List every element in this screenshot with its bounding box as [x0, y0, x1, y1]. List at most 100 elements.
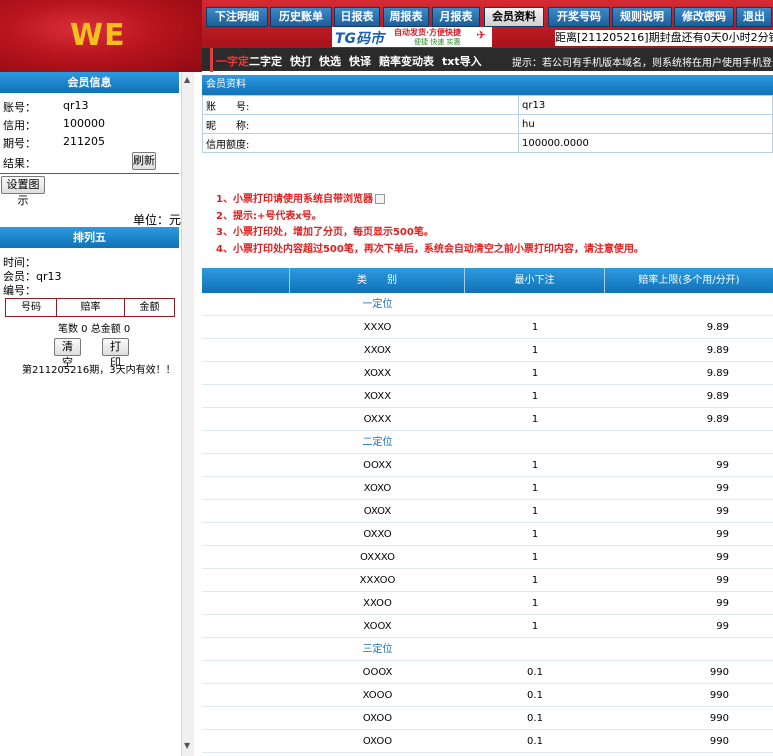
nav-monthly-report[interactable]: 月报表	[432, 7, 480, 27]
category-cell: OXOO	[362, 736, 393, 747]
category-cell: XOXO	[363, 483, 392, 494]
nav-weekly-report[interactable]: 周报表	[383, 7, 429, 27]
play-tab-quick-translate[interactable]: 快译	[349, 53, 371, 69]
table-row: OOOX 0.1 990	[202, 661, 773, 684]
main-content: 会员资料 账 号: qr13 昵 称: hu 信用额度: 100000.0000…	[202, 72, 773, 756]
ad-banner[interactable]: TG码市 自动发货·方便快捷 便捷 快速 实惠 ✈	[332, 27, 492, 47]
odds-limit-cell: 99	[716, 552, 729, 563]
group-row: 二定位	[202, 431, 773, 454]
table-row: XOXX 1 9.89	[202, 362, 773, 385]
table-row: XXOO 1 99	[202, 592, 773, 615]
min-bet-cell: 1	[531, 345, 539, 356]
nav-history-bills[interactable]: 历史账单	[270, 7, 332, 27]
play-tab-quick-select[interactable]: 快选	[319, 53, 341, 69]
table-row: OXOO 0.1 990	[202, 730, 773, 753]
category-cell: OXXXO	[359, 552, 395, 563]
ad-tags: 便捷 快速 实惠	[414, 38, 461, 46]
member-info-header: 会员信息	[0, 72, 179, 93]
table-row: XXOX 1 9.89	[202, 339, 773, 362]
category-cell: OOXX	[363, 460, 392, 471]
category-cell: OXOX	[363, 506, 392, 517]
info-value: 100000.0000	[518, 133, 773, 153]
odds-limit-cell: 99	[716, 598, 729, 609]
play-tab-two-digit[interactable]: 二字定	[249, 53, 282, 69]
account-value: qr13	[63, 99, 89, 112]
table-row: XXXO 1 9.89	[202, 316, 773, 339]
divider	[0, 173, 179, 174]
min-bet-cell: 1	[531, 391, 539, 402]
play-tab-txt-import[interactable]: txt导入	[442, 53, 482, 69]
frame-separator	[194, 72, 202, 756]
table-row: OXXXO 1 99	[202, 546, 773, 569]
play-tab-odds-changes[interactable]: 赔率变动表	[379, 53, 434, 69]
bet-slip-table: 号码 赔率 金额	[5, 298, 175, 317]
category-cell: XXXO	[363, 322, 392, 333]
info-row-nickname: 昵 称: hu	[202, 114, 773, 134]
min-bet-cell: 1	[531, 552, 539, 563]
credit-label: 信用：	[3, 119, 36, 132]
category-cell: XOOO	[362, 690, 393, 701]
odds-limit-cell: 990	[709, 713, 729, 724]
nav-member-info[interactable]: 会员资料	[484, 7, 544, 27]
scroll-up-icon[interactable]: ▲	[184, 75, 190, 84]
category-cell: OXXX	[363, 414, 392, 425]
min-bet-cell: 1	[531, 529, 539, 540]
min-bet-cell: 1	[531, 506, 539, 517]
countdown-text: 距离[211205216]期封盘还有0天0小时2分钟2	[555, 30, 773, 46]
nav-logout[interactable]: 退出	[736, 7, 772, 27]
odds-limit-cell: 9.89	[706, 345, 729, 356]
header-blank	[202, 268, 290, 293]
odds-limit-cell: 9.89	[706, 414, 729, 425]
logo-banner: WE	[0, 0, 202, 72]
group-name: 二定位	[362, 437, 393, 448]
ad-brand: TG码市	[335, 31, 385, 47]
odds-limit-cell: 9.89	[706, 368, 729, 379]
min-bet-cell: 1	[531, 414, 539, 425]
category-cell: XXOX	[363, 345, 392, 356]
category-cell: OOOX	[362, 667, 393, 678]
group-row: 三定位	[202, 638, 773, 661]
group-row: 一定位	[202, 293, 773, 316]
info-row-account: 账 号: qr13	[202, 95, 773, 115]
odds-limit-cell: 990	[709, 690, 729, 701]
bet-summary: 笔数 0 总金额 0	[58, 324, 131, 335]
nav-rules[interactable]: 规则说明	[612, 7, 672, 27]
odds-limit-cell: 99	[716, 621, 729, 632]
category-cell: XOOX	[363, 621, 392, 632]
nav-bet-details[interactable]: 下注明细	[206, 7, 268, 27]
left-scrollbar[interactable]: ▲ ▼	[181, 72, 194, 756]
table-row: XOOX 1 99	[202, 615, 773, 638]
bet-header-number: 号码	[6, 299, 57, 316]
clear-button[interactable]: 清 空	[54, 338, 81, 369]
info-row-credit: 信用额度: 100000.0000	[202, 133, 773, 153]
nav-draw-numbers[interactable]: 开奖号码	[548, 7, 610, 27]
period-value: 211205	[63, 135, 105, 148]
info-value: hu	[518, 114, 773, 134]
odds-limit-cell: 990	[709, 667, 729, 678]
logo-text: WE	[70, 18, 126, 53]
odds-limit-cell: 99	[716, 506, 729, 517]
odds-limit-cell: 9.89	[706, 322, 729, 333]
bet-header-odds: 赔率	[57, 299, 125, 316]
validity-note: 第211205216期，3天内有效！！	[22, 365, 176, 376]
table-row: OXOO 0.1 990	[202, 707, 773, 730]
group-name: 三定位	[362, 644, 393, 655]
scroll-down-icon[interactable]: ▼	[184, 741, 190, 750]
odds-limit-cell: 99	[716, 460, 729, 471]
table-row: OOXX 1 99	[202, 454, 773, 477]
play-tabs-bar: 一字定 二字定 快打 快选 快译 赔率变动表 txt导入 提示：若公司有手机版本…	[202, 47, 773, 72]
header-odds-limit: 赔率上限(多个用/分开)	[638, 275, 740, 286]
print-button[interactable]: 打 印	[102, 338, 129, 369]
nav-daily-report[interactable]: 日报表	[334, 7, 380, 27]
odds-limit-cell: 99	[716, 483, 729, 494]
code-label: 编号：	[3, 284, 36, 297]
play-tab-quick-bet[interactable]: 快打	[290, 53, 312, 69]
play-tab-one-digit[interactable]: 一字定	[216, 53, 249, 69]
min-bet-cell: 1	[531, 621, 539, 632]
nav-change-password[interactable]: 修改密码	[674, 7, 734, 27]
bet-header-amount: 金额	[139, 302, 160, 313]
chart-settings-button[interactable]: 设置图示	[1, 176, 45, 207]
category-cell: OXXO	[363, 529, 392, 540]
refresh-button[interactable]: 刷新	[132, 152, 156, 170]
period-label: 期号：	[3, 137, 36, 150]
